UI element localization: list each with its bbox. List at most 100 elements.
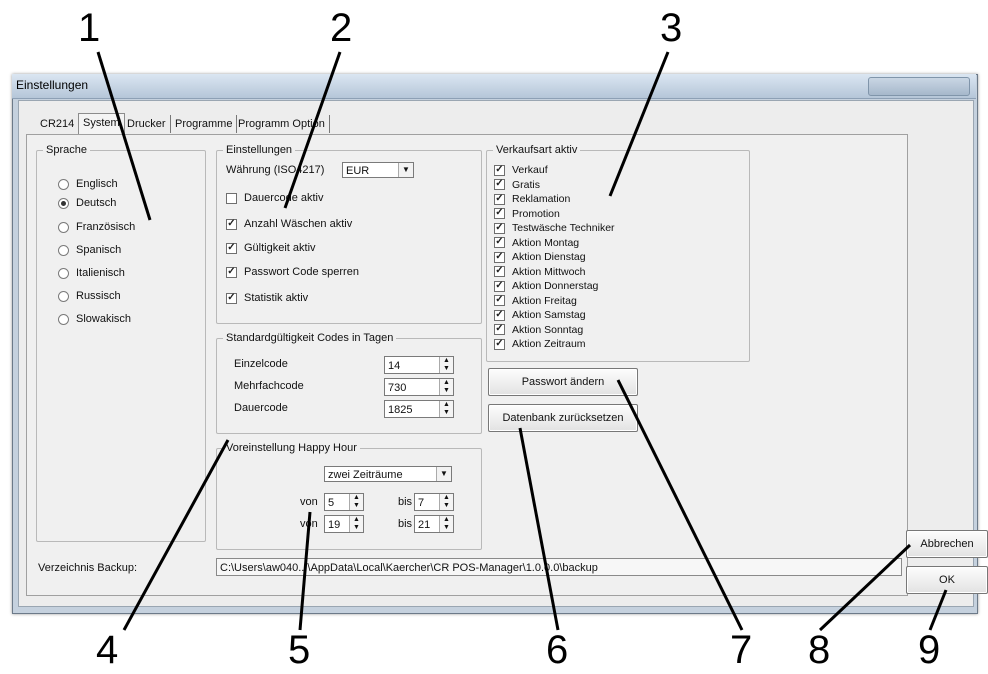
radio-italienisch[interactable]: Italienisch bbox=[58, 267, 125, 279]
validity-group-legend: Standardgültigkeit Codes in Tagen bbox=[223, 332, 397, 344]
radio-label: Russisch bbox=[76, 290, 121, 302]
radio-label: Spanisch bbox=[76, 244, 122, 256]
checkbox-label: Verkauf bbox=[512, 164, 548, 176]
sales-type-checkbox[interactable]: Gratis bbox=[494, 179, 540, 191]
radio-circle bbox=[58, 267, 69, 279]
callout-number-7: 7 bbox=[730, 628, 753, 672]
change-password-button[interactable]: Passwort ändern bbox=[488, 368, 638, 396]
radio-label: Italienisch bbox=[76, 267, 125, 279]
happy-hour-bis-1[interactable]: 7 ▲ ▼ bbox=[414, 493, 454, 511]
checkbox-box-checked bbox=[226, 292, 237, 304]
spinner-arrows-icon[interactable]: ▲ ▼ bbox=[439, 357, 453, 373]
sales-type-checkbox[interactable]: Aktion Zeitraum bbox=[494, 338, 586, 350]
radio-spanisch[interactable]: Spanisch bbox=[58, 244, 121, 256]
sales-type-checkbox[interactable]: Promotion bbox=[494, 208, 560, 220]
spinner-arrows-icon[interactable]: ▲ ▼ bbox=[439, 379, 453, 395]
spinner-arrows-icon[interactable]: ▲ ▼ bbox=[439, 401, 453, 417]
tab-system[interactable]: System bbox=[78, 113, 125, 134]
happy-hour-bis-2[interactable]: 21 ▲ ▼ bbox=[414, 515, 454, 533]
checkbox-statistik[interactable]: Statistik aktiv bbox=[226, 292, 308, 304]
spinner-arrows-icon[interactable]: ▲ ▼ bbox=[439, 516, 453, 532]
currency-label: Währung (ISO4217) bbox=[226, 164, 325, 176]
radio-circle bbox=[58, 290, 69, 302]
checkbox-box-checked bbox=[494, 266, 505, 277]
ok-button[interactable]: OK bbox=[906, 566, 988, 594]
checkbox-box-checked bbox=[494, 222, 505, 234]
sales-type-group-legend: Verkaufsart aktiv bbox=[493, 144, 581, 156]
checkbox-label: Gültigkeit aktiv bbox=[244, 242, 316, 254]
spinner-value: 730 bbox=[388, 382, 407, 394]
checkbox-passwort-code[interactable]: Passwort Code sperren bbox=[226, 266, 359, 278]
settings-group-legend: Einstellungen bbox=[223, 144, 296, 156]
callout-number-3: 3 bbox=[660, 6, 683, 50]
checkbox-box-checked bbox=[494, 280, 505, 292]
checkbox-label: Reklamation bbox=[512, 193, 571, 205]
currency-select[interactable]: EUR ▼ bbox=[342, 162, 414, 178]
sales-type-checkbox[interactable]: Aktion Dienstag bbox=[494, 251, 586, 263]
mehrfachcode-spinner[interactable]: 730 ▲ ▼ bbox=[384, 378, 454, 396]
checkbox-anzahl-waeschen[interactable]: Anzahl Wäschen aktiv bbox=[226, 218, 352, 230]
backup-label: Verzeichnis Backup: bbox=[38, 562, 138, 574]
checkbox-label: Aktion Sonntag bbox=[512, 323, 584, 336]
checkbox-gueltigkeit[interactable]: Gültigkeit aktiv bbox=[226, 242, 316, 254]
radio-label: Englisch bbox=[76, 178, 118, 190]
callout-number-9: 9 bbox=[918, 628, 941, 672]
reset-database-button[interactable]: Datenbank zurücksetzen bbox=[488, 404, 638, 432]
sales-type-checkbox[interactable]: Verkauf bbox=[494, 164, 548, 176]
tab-programm-option[interactable]: Programm Option bbox=[234, 115, 330, 133]
spinner-value: 19 bbox=[328, 519, 341, 531]
checkbox-label: Aktion Zeitraum bbox=[512, 338, 586, 350]
radio-label: Deutsch bbox=[76, 197, 117, 209]
checkbox-label: Promotion bbox=[512, 207, 560, 220]
radio-circle bbox=[58, 244, 69, 256]
spinner-arrows-icon[interactable]: ▲ ▼ bbox=[349, 516, 363, 532]
happy-hour-group-legend: Voreinstellung Happy Hour bbox=[223, 442, 360, 454]
checkbox-label: Dauercode aktiv bbox=[244, 192, 324, 204]
window-controls[interactable] bbox=[868, 77, 970, 96]
chevron-down-icon[interactable]: ▼ bbox=[398, 163, 413, 177]
happy-hour-von-1[interactable]: 5 ▲ ▼ bbox=[324, 493, 364, 511]
callout-number-6: 6 bbox=[546, 628, 569, 672]
checkbox-label: Gratis bbox=[512, 178, 541, 191]
chevron-down-icon[interactable]: ▼ bbox=[436, 467, 451, 481]
radio-franzoesisch[interactable]: Französisch bbox=[58, 221, 135, 233]
checkbox-box-checked bbox=[494, 208, 505, 219]
dauercode-spinner[interactable]: 1825 ▲ ▼ bbox=[384, 400, 454, 418]
happy-hour-von-2[interactable]: 19 ▲ ▼ bbox=[324, 515, 364, 533]
bis-label: bis bbox=[398, 496, 413, 508]
dauercode-label: Dauercode bbox=[234, 402, 288, 414]
sales-type-checkbox[interactable]: Aktion Sonntag bbox=[494, 324, 583, 336]
sales-type-checkbox[interactable]: Aktion Donnerstag bbox=[494, 280, 598, 292]
backup-path-field[interactable]: C:\Users\aw040...\AppData\Local\Kaercher… bbox=[216, 558, 902, 576]
radio-englisch[interactable]: Englisch bbox=[58, 178, 118, 190]
checkbox-box-checked bbox=[494, 179, 505, 190]
sales-type-checkbox[interactable]: Aktion Freitag bbox=[494, 295, 577, 307]
von-label: von bbox=[300, 518, 318, 530]
spinner-arrows-icon[interactable]: ▲ ▼ bbox=[439, 494, 453, 510]
checkbox-dauercode-aktiv[interactable]: Dauercode aktiv bbox=[226, 192, 324, 204]
einzelcode-spinner[interactable]: 14 ▲ ▼ bbox=[384, 356, 454, 374]
checkbox-label: Passwort Code sperren bbox=[244, 266, 359, 278]
sales-type-checkbox[interactable]: Reklamation bbox=[494, 193, 570, 205]
checkbox-box-checked bbox=[494, 164, 505, 176]
spinner-arrows-icon[interactable]: ▲ ▼ bbox=[349, 494, 363, 510]
checkbox-box-checked bbox=[494, 251, 505, 263]
bis-label: bis bbox=[398, 518, 413, 530]
sales-type-checkbox[interactable]: Aktion Mittwoch bbox=[494, 266, 586, 278]
checkbox-label: Aktion Samstag bbox=[512, 309, 586, 321]
window-title: Einstellungen bbox=[16, 78, 89, 92]
tab-programme[interactable]: Programme bbox=[171, 115, 238, 133]
sales-type-checkbox[interactable]: Aktion Montag bbox=[494, 237, 579, 249]
sales-type-checkbox[interactable]: Aktion Samstag bbox=[494, 309, 586, 321]
sales-type-checkbox[interactable]: Testwäsche Techniker bbox=[494, 222, 615, 234]
happy-hour-mode-value: zwei Zeiträume bbox=[328, 469, 403, 481]
tab-drucker[interactable]: Drucker bbox=[123, 115, 171, 133]
checkbox-label: Statistik aktiv bbox=[244, 292, 309, 304]
radio-russisch[interactable]: Russisch bbox=[58, 290, 121, 302]
cancel-button[interactable]: Abbrechen bbox=[906, 530, 988, 558]
radio-slowakisch[interactable]: Slowakisch bbox=[58, 313, 131, 325]
happy-hour-mode-select[interactable]: zwei Zeiträume ▼ bbox=[324, 466, 452, 482]
radio-deutsch[interactable]: Deutsch bbox=[58, 197, 116, 209]
title-bar[interactable]: Einstellungen bbox=[12, 74, 976, 99]
tab-cr214[interactable]: CR214 bbox=[36, 115, 80, 133]
